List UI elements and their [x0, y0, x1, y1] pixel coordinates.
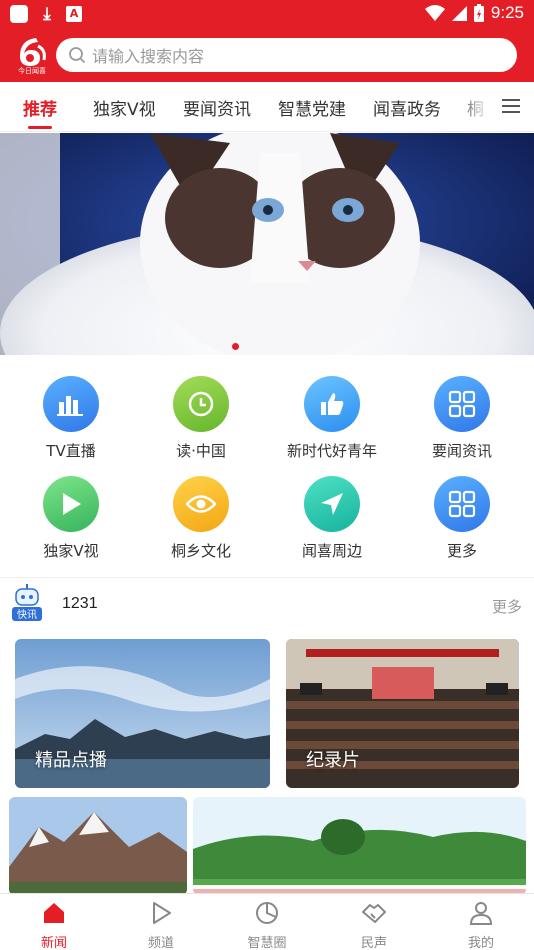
grid-icon [434, 376, 490, 432]
card-mountain[interactable] [9, 797, 187, 895]
search-icon [69, 47, 86, 64]
card-forest[interactable] [193, 797, 526, 895]
bottom-navigation: 新闻 频道 智慧圈 民声 我的 [0, 893, 534, 950]
grid-item-exclusive-video[interactable]: 独家V视 [6, 476, 136, 561]
app-logo-text: 今日闻喜 [18, 67, 46, 75]
wifi-icon [424, 5, 445, 21]
grid-item-more[interactable]: 更多 [397, 476, 527, 561]
banner-page-indicator [232, 343, 239, 350]
news-badge: 快讯 [17, 609, 37, 621]
tab-party-building[interactable]: 智慧党建 [278, 95, 346, 120]
tab-recommend[interactable]: 推荐 [23, 95, 57, 120]
clock-icon [173, 376, 229, 432]
app-header: ⤓ A 9:25 今日闻喜 请输入搜索内容 [0, 0, 534, 82]
nav-smart-circle[interactable]: 智慧圈 [227, 900, 307, 950]
grid-item-read-china[interactable]: 读·中国 [136, 376, 266, 461]
nav-public-voice[interactable]: 民声 [334, 900, 414, 950]
search-bar[interactable]: 请输入搜索内容 [56, 38, 517, 72]
pie-chart-icon [256, 902, 278, 924]
nav-news[interactable]: 新闻 [14, 900, 94, 950]
menu-icon[interactable] [502, 97, 520, 115]
news-more-link[interactable]: 更多 [492, 596, 522, 617]
user-icon [469, 902, 493, 925]
clock-time: 9:25 [490, 3, 524, 22]
nav-mine[interactable]: 我的 [441, 900, 521, 950]
grid-item-good-youth[interactable]: 新时代好青年 [267, 376, 397, 461]
handshake-icon [362, 904, 386, 923]
grid-item-news[interactable]: 要闻资讯 [397, 376, 527, 461]
snowy-mountain-image [9, 797, 187, 895]
grid-item-tongxiang-culture[interactable]: 桐乡文化 [136, 476, 266, 561]
card-label: 纪录片 [306, 750, 360, 771]
category-tabs: 推荐 独家V视 要闻资讯 智慧党建 闻喜政务 桐 [0, 82, 534, 132]
bar-chart-icon [43, 376, 99, 432]
robot-news-icon: 快讯 [12, 584, 42, 621]
thumbs-up-icon [304, 376, 360, 432]
news-flash-title[interactable]: 1231 [62, 595, 98, 613]
card-label: 精品点播 [35, 750, 107, 771]
card-documentary[interactable]: 纪录片 [286, 639, 519, 788]
eye-icon [173, 476, 229, 532]
tab-exclusive-video[interactable]: 独家V视 [93, 95, 156, 120]
status-bar: ⤓ A 9:25 [0, 0, 534, 28]
grid-item-nearby[interactable]: 闻喜周边 [267, 476, 397, 561]
quick-access-grid: TV直播 读·中国 新时代好青年 要闻资讯 独家V视 桐乡文化 闻喜周边 更多 [0, 360, 534, 575]
app-notification-badge: A [66, 6, 82, 22]
location-arrow-icon [304, 476, 360, 532]
banner-image[interactable] [0, 133, 534, 355]
news-flash-row[interactable]: 快讯 1231 更多 [0, 577, 534, 633]
active-tab-indicator [28, 126, 52, 129]
play-icon [153, 902, 171, 924]
grid-icon [434, 476, 490, 532]
home-icon [44, 903, 64, 923]
tab-government[interactable]: 闻喜政务 [373, 95, 441, 120]
grid-item-tv-live[interactable]: TV直播 [6, 376, 136, 461]
signal-icon [451, 6, 467, 21]
download-icon: ⤓ [43, 4, 51, 24]
search-placeholder: 请输入搜索内容 [92, 47, 205, 66]
nav-channel[interactable]: 频道 [121, 900, 201, 950]
forest-landscape-image [193, 797, 526, 895]
battery-icon [473, 4, 484, 22]
notification-icon [10, 5, 28, 23]
card-featured-vod[interactable]: 精品点播 [15, 639, 270, 788]
play-icon [43, 476, 99, 532]
tab-news[interactable]: 要闻资讯 [183, 95, 251, 120]
